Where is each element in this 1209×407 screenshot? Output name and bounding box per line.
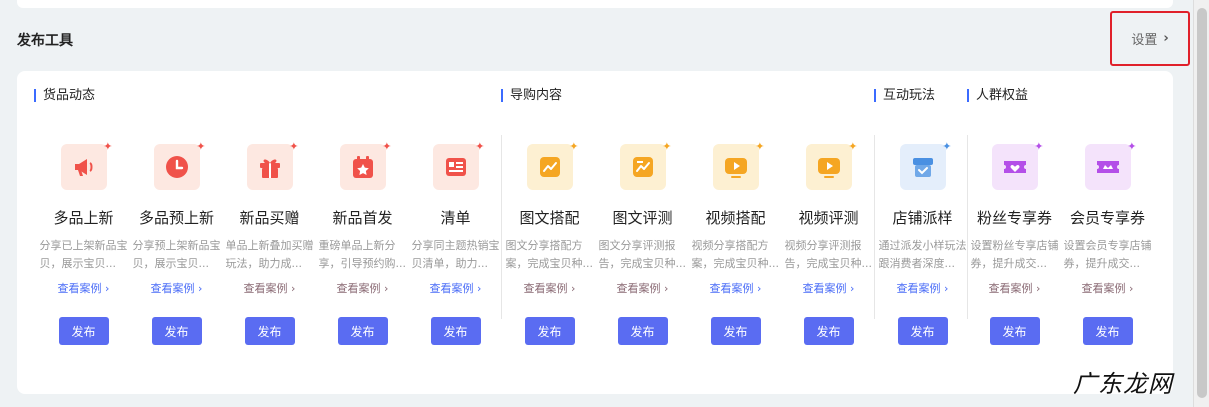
tool-description: 图文分享搭配方案，完成宝贝种... xyxy=(505,239,594,270)
tool-name: 会员专享券 xyxy=(1069,209,1145,227)
tool-name: 多品预上新 xyxy=(138,209,214,227)
sparkle-icon: ✦ xyxy=(475,140,485,153)
gift-icon: ✦ xyxy=(246,140,299,190)
sparkle-icon: ✦ xyxy=(755,140,765,153)
tool-name: 清单 xyxy=(440,209,471,227)
publish-button[interactable]: 发布 xyxy=(1082,317,1133,345)
view-case-link[interactable]: 查看案例 › xyxy=(430,280,482,296)
tool-card: ✦ 图文评测图文分享评测报告，完成宝贝种... 查看案例 › 发布 xyxy=(596,140,689,345)
publish-button[interactable]: 发布 xyxy=(244,317,295,345)
sparkle-icon: ✦ xyxy=(569,140,579,153)
tool-description: 设置会员专享店铺券，提升成交... xyxy=(1063,239,1152,270)
publish-button[interactable]: 发布 xyxy=(803,317,854,345)
sample-box-icon: ✦ xyxy=(899,140,952,190)
tool-description: 视频分享评测报告，完成宝贝种... xyxy=(784,239,873,270)
tool-name: 视频搭配 xyxy=(705,209,766,227)
tool-description: 视频分享搭配方案，完成宝贝种... xyxy=(691,239,780,270)
vertical-scrollbar[interactable] xyxy=(1193,0,1209,407)
scrollbar-thumb[interactable] xyxy=(1197,8,1207,398)
tool-card: ✦ 视频评测视频分享评测报告，完成宝贝种... 查看案例 › 发布 xyxy=(782,140,875,345)
view-case-link[interactable]: 查看案例 › xyxy=(58,280,110,296)
sparkle-icon: ✦ xyxy=(1127,140,1137,153)
image-review-icon: ✦ xyxy=(619,140,672,190)
chevron-right-icon: › xyxy=(1163,31,1169,46)
tool-name: 店铺派样 xyxy=(892,209,953,227)
group-title-goods: 货品动态 xyxy=(34,89,95,102)
tool-name: 新品首发 xyxy=(332,209,393,227)
tool-card: ✦ 新品买赠单品上新叠加买赠玩法，助力成... 查看案例 › 发布 xyxy=(223,140,316,345)
group-title-audience: 人群权益 xyxy=(967,89,1028,102)
sparkle-icon: ✦ xyxy=(848,140,858,153)
tool-card: ✦ 粉丝专享券设置粉丝专享店铺券，提升成交... 查看案例 › 发布 xyxy=(968,140,1061,345)
tool-name: 粉丝专享券 xyxy=(976,209,1052,227)
video-icon: ✦ xyxy=(712,140,765,190)
publish-button[interactable]: 发布 xyxy=(337,317,388,345)
sparkle-icon: ✦ xyxy=(1034,140,1044,153)
group-title-interaction: 互动玩法 xyxy=(874,89,935,102)
sparkle-icon: ✦ xyxy=(942,140,952,153)
tool-name: 图文评测 xyxy=(612,209,673,227)
view-case-link[interactable]: 查看案例 › xyxy=(337,280,389,296)
publish-button[interactable]: 发布 xyxy=(897,317,948,345)
tool-name: 多品上新 xyxy=(53,209,114,227)
view-case-link[interactable]: 查看案例 › xyxy=(244,280,296,296)
list-icon: ✦ xyxy=(432,140,485,190)
tool-description: 通过派发小样玩法跟消费者深度... xyxy=(878,239,967,270)
tool-description: 单品上新叠加买赠玩法，助力成... xyxy=(225,239,314,270)
tool-card: ✦ 清单分享同主题热销宝贝清单，助力... 查看案例 › 发布 xyxy=(409,140,502,345)
image-text-icon: ✦ xyxy=(526,140,579,190)
settings-label: 设置 xyxy=(1131,33,1158,48)
tool-card: ✦ 图文搭配图文分享搭配方案，完成宝贝种... 查看案例 › 发布 xyxy=(503,140,596,345)
view-case-link[interactable]: 查看案例 › xyxy=(1082,280,1134,296)
publish-button[interactable]: 发布 xyxy=(430,317,481,345)
sparkle-icon: ✦ xyxy=(382,140,392,153)
watermark: 广东龙网 xyxy=(1073,370,1173,398)
view-case-link[interactable]: 查看案例 › xyxy=(803,280,855,296)
tool-description: 设置粉丝专享店铺券，提升成交... xyxy=(970,239,1059,270)
tool-card: ✦ 多品上新分享已上架新品宝贝，展示宝贝... 查看案例 › 发布 xyxy=(37,140,130,345)
tool-card: ✦ 多品预上新分享预上架新品宝贝，展示宝贝... 查看案例 › 发布 xyxy=(130,140,223,345)
tool-description: 分享预上架新品宝贝，展示宝贝... xyxy=(132,239,221,270)
publish-tools-card: 货品动态 导购内容 互动玩法 人群权益 ✦ 多品上新分享已上架新品宝贝，展示宝贝.… xyxy=(17,71,1173,394)
view-case-link[interactable]: 查看案例 › xyxy=(897,280,949,296)
settings-button[interactable]: 设置 › xyxy=(1110,11,1190,66)
previous-section-card xyxy=(17,0,1173,8)
view-case-link[interactable]: 查看案例 › xyxy=(710,280,762,296)
coupon-heart-icon: ✦ xyxy=(991,140,1044,190)
video-review-icon: ✦ xyxy=(805,140,858,190)
publish-button[interactable]: 发布 xyxy=(151,317,202,345)
view-case-link[interactable]: 查看案例 › xyxy=(151,280,203,296)
tool-description: 图文分享评测报告，完成宝贝种... xyxy=(598,239,687,270)
view-case-link[interactable]: 查看案例 › xyxy=(989,280,1041,296)
publish-button[interactable]: 发布 xyxy=(524,317,575,345)
view-case-link[interactable]: 查看案例 › xyxy=(524,280,576,296)
tool-card: ✦ 店铺派样通过派发小样玩法跟消费者深度... 查看案例 › 发布 xyxy=(876,140,969,345)
view-case-link[interactable]: 查看案例 › xyxy=(617,280,669,296)
sparkle-icon: ✦ xyxy=(662,140,672,153)
sparkle-icon: ✦ xyxy=(289,140,299,153)
calendar-star-icon: ✦ xyxy=(339,140,392,190)
tool-description: 重磅单品上新分享，引导预约购... xyxy=(318,239,407,270)
sparkle-icon: ✦ xyxy=(103,140,113,153)
tool-name: 新品买赠 xyxy=(239,209,300,227)
publish-button[interactable]: 发布 xyxy=(617,317,668,345)
tool-description: 分享同主题热销宝贝清单，助力... xyxy=(411,239,500,270)
sparkle-icon: ✦ xyxy=(196,140,206,153)
tool-name: 视频评测 xyxy=(798,209,859,227)
clock-icon: ✦ xyxy=(153,140,206,190)
tool-card: ✦ 新品首发重磅单品上新分享，引导预约购... 查看案例 › 发布 xyxy=(316,140,409,345)
megaphone-icon: ✦ xyxy=(60,140,113,190)
group-title-guide: 导购内容 xyxy=(501,89,562,102)
coupon-member-icon: ✦ xyxy=(1084,140,1137,190)
publish-button[interactable]: 发布 xyxy=(58,317,109,345)
publish-button[interactable]: 发布 xyxy=(989,317,1040,345)
tool-description: 分享已上架新品宝贝，展示宝贝... xyxy=(39,239,128,270)
tool-card: ✦ 会员专享券设置会员专享店铺券，提升成交... 查看案例 › 发布 xyxy=(1061,140,1154,345)
publish-button[interactable]: 发布 xyxy=(710,317,761,345)
tool-name: 图文搭配 xyxy=(519,209,580,227)
tool-card: ✦ 视频搭配视频分享搭配方案，完成宝贝种... 查看案例 › 发布 xyxy=(689,140,782,345)
section-title: 发布工具 xyxy=(17,33,73,49)
